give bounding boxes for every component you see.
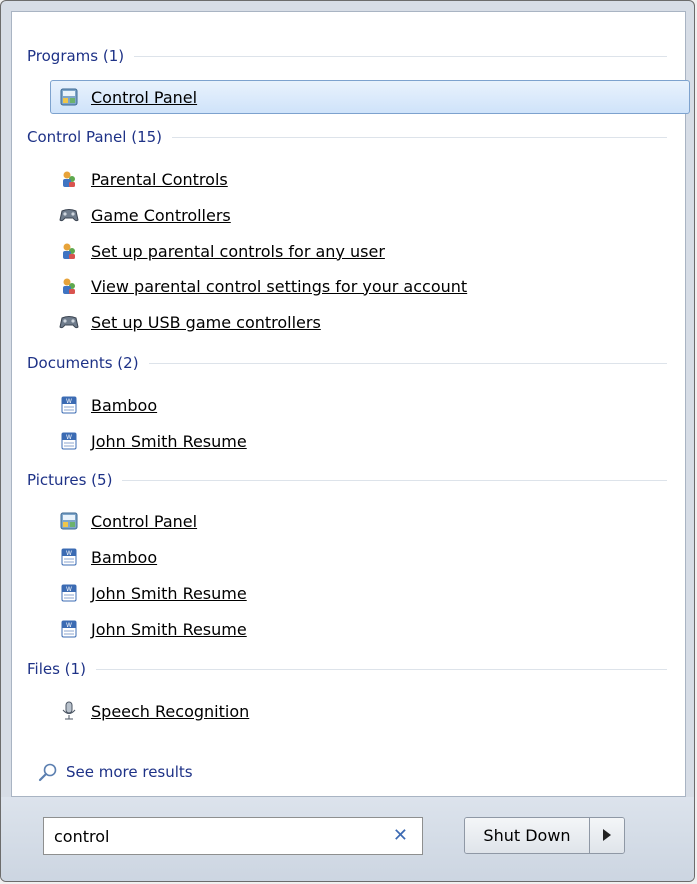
word-document-icon: W [59, 395, 79, 415]
control-panel-icon [59, 511, 79, 531]
arrow-right-icon [602, 826, 612, 845]
result-label: Bamboo [91, 547, 158, 567]
group-label: Pictures (5) [27, 471, 113, 489]
gamepad-icon [59, 312, 79, 332]
result-label: Control Panel [91, 87, 198, 107]
result-parental-controls[interactable]: Parental Controls [51, 162, 228, 196]
group-header-control-panel: Control Panel (15) [27, 125, 667, 149]
group-label: Documents (2) [27, 354, 139, 372]
result-control-panel-picture[interactable]: Control Panel [51, 504, 197, 538]
result-label: View parental control settings for your … [91, 276, 468, 296]
result-label: Bamboo [91, 395, 158, 415]
result-label: John Smith Resume [91, 619, 247, 639]
result-bamboo-document[interactable]: W Bamboo [51, 388, 157, 422]
group-header-files: Files (1) [27, 657, 667, 681]
svg-text:W: W [66, 622, 72, 629]
control-panel-icon [59, 87, 79, 107]
shutdown-button-group: Shut Down [464, 817, 625, 854]
group-label: Programs (1) [27, 47, 125, 65]
result-set-up-parental-controls[interactable]: Set up parental controls for any user [51, 234, 385, 268]
word-document-icon: W [59, 619, 79, 639]
group-label: Control Panel (15) [27, 128, 163, 146]
result-john-smith-resume-picture-2[interactable]: W John Smith Resume [51, 612, 247, 646]
divider [148, 362, 667, 364]
result-game-controllers[interactable]: Game Controllers [51, 198, 231, 232]
result-label: Parental Controls [91, 169, 228, 189]
see-more-results-link[interactable]: See more results [38, 759, 193, 785]
search-box[interactable]: ✕ [43, 817, 423, 855]
result-label: John Smith Resume [91, 431, 247, 451]
start-menu: Programs (1) Control Panel Control Panel… [0, 0, 695, 882]
search-icon [38, 762, 58, 782]
parental-controls-icon [59, 241, 79, 261]
result-set-up-usb-game-controllers[interactable]: Set up USB game controllers [51, 305, 321, 339]
group-label: Files (1) [27, 660, 86, 678]
group-header-pictures: Pictures (5) [27, 468, 667, 492]
svg-text:W: W [66, 434, 72, 441]
result-control-panel-program[interactable]: Control Panel [50, 80, 690, 114]
result-label: Speech Recognition [91, 701, 250, 721]
word-document-icon: W [59, 547, 79, 567]
result-john-smith-resume-picture-1[interactable]: W John Smith Resume [51, 576, 247, 610]
divider [134, 55, 667, 57]
word-document-icon: W [59, 431, 79, 451]
clear-icon[interactable]: ✕ [393, 826, 408, 846]
word-document-icon: W [59, 583, 79, 603]
divider [172, 136, 667, 138]
result-label: Set up USB game controllers [91, 312, 321, 332]
parental-controls-icon [59, 276, 79, 296]
result-label: Set up parental controls for any user [91, 241, 385, 261]
shutdown-options-button[interactable] [590, 818, 624, 853]
parental-controls-icon [59, 169, 79, 189]
group-header-programs: Programs (1) [27, 44, 667, 68]
divider [122, 479, 667, 481]
shut-down-button[interactable]: Shut Down [465, 818, 590, 853]
result-view-parental-control-settings[interactable]: View parental control settings for your … [51, 269, 467, 303]
result-bamboo-picture[interactable]: W Bamboo [51, 540, 157, 574]
result-label: John Smith Resume [91, 583, 247, 603]
result-label: Game Controllers [91, 205, 231, 225]
svg-text:W: W [66, 398, 72, 405]
gamepad-icon [59, 205, 79, 225]
group-header-documents: Documents (2) [27, 351, 667, 375]
svg-text:W: W [66, 586, 72, 593]
divider [95, 668, 667, 670]
see-more-label: See more results [66, 763, 193, 781]
search-input[interactable] [44, 825, 376, 847]
result-label: Control Panel [91, 511, 198, 531]
microphone-icon [59, 701, 79, 721]
svg-text:W: W [66, 550, 72, 557]
result-speech-recognition[interactable]: Speech Recognition [51, 694, 249, 728]
result-john-smith-resume-document[interactable]: W John Smith Resume [51, 424, 247, 458]
